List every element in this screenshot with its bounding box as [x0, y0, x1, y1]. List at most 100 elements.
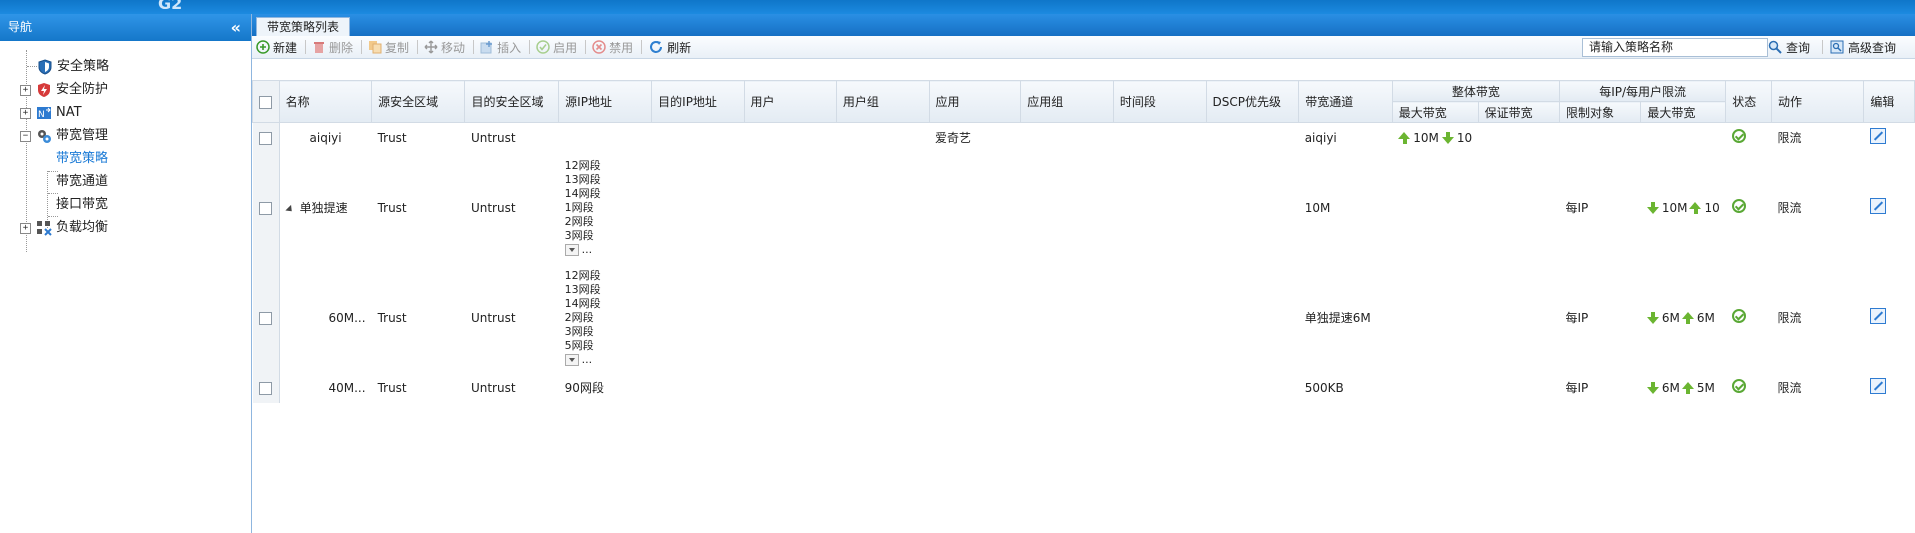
cell-edit: [1864, 263, 1915, 373]
disable-x-icon: [592, 40, 606, 54]
group-collapse-icon[interactable]: [285, 204, 295, 215]
cell-app: [929, 153, 1021, 263]
cell-guaranteed-bandwidth: [1478, 123, 1559, 153]
col-header-guaranteed-bandwidth[interactable]: 保证带宽: [1477, 101, 1560, 123]
sidebar-item-security-policy[interactable]: 安全策略: [37, 56, 109, 78]
table-row[interactable]: 60M... Trust Untrust 12网段 13网段 14网段 2网段 …: [252, 262, 1915, 373]
insert-button-label: 插入: [497, 40, 522, 55]
row-select-cell: [252, 372, 280, 403]
cell-user-group: [836, 373, 929, 403]
edit-icon[interactable]: [1869, 128, 1886, 145]
cell-status: [1726, 373, 1772, 403]
new-button[interactable]: 新建: [252, 37, 303, 57]
sidebar-item-security-protection[interactable]: + 安全防护: [20, 79, 108, 101]
cell-src-zone: Trust: [377, 130, 407, 145]
refresh-button-label: 刷新: [667, 40, 692, 55]
toolbar-divider: [473, 40, 475, 54]
row-checkbox[interactable]: [259, 381, 273, 395]
insert-button[interactable]: 插入: [476, 37, 527, 57]
col-header-per-max-bandwidth[interactable]: 最大带宽: [1640, 101, 1727, 123]
add-icon: [256, 40, 270, 54]
col-header-user[interactable]: 用户: [743, 80, 837, 123]
more-ip-toggle[interactable]: ...: [564, 353, 646, 367]
delete-button[interactable]: 删除: [308, 37, 359, 57]
select-all-checkbox[interactable]: [259, 95, 273, 109]
collapse-icon[interactable]: −: [20, 130, 31, 142]
edit-icon[interactable]: [1869, 308, 1886, 324]
collapse-sidebar-icon[interactable]: «: [231, 14, 241, 41]
cell-dst-zone: Untrust: [470, 200, 516, 215]
col-header-user-group[interactable]: 用户组: [835, 80, 930, 123]
protect-icon: [36, 82, 52, 98]
per-up-value: 5M: [1696, 380, 1715, 395]
edit-icon[interactable]: [1869, 378, 1886, 394]
cell-dscp: [1206, 123, 1299, 153]
table-row[interactable]: aiqiyi Trust Untrust 爱奇艺 aiqiyi 10M 10 限…: [252, 122, 1915, 153]
refresh-button[interactable]: 刷新: [644, 37, 697, 57]
col-header-name[interactable]: 名称: [278, 80, 373, 123]
more-ip-toggle[interactable]: ...: [564, 243, 646, 257]
list-item: 13网段: [564, 282, 601, 296]
col-header-dst-zone[interactable]: 目的安全区域: [464, 80, 560, 123]
sidebar-item-nat[interactable]: + N NAT: [20, 102, 82, 124]
col-header-channel[interactable]: 带宽通道: [1298, 80, 1393, 123]
col-header-app[interactable]: 应用: [928, 80, 1022, 123]
col-header-dst-ip[interactable]: 目的IP地址: [651, 80, 745, 123]
sidebar-item-label: 带宽策略: [56, 151, 109, 166]
cell-action: 限流: [1777, 131, 1802, 146]
cell-src-ip: [559, 123, 652, 153]
enabled-check-icon: [1731, 309, 1746, 323]
tab-bandwidth-policy-list[interactable]: 带宽策略列表: [256, 17, 351, 37]
query-button[interactable]: 查询: [1768, 37, 1810, 57]
list-item: 90网段: [564, 381, 604, 395]
advanced-query-button[interactable]: 高级查询: [1830, 37, 1896, 57]
sidebar-item-load-balance[interactable]: + 负载均衡: [20, 217, 108, 239]
expand-icon[interactable]: +: [20, 107, 31, 119]
app-logo-text: G2: [158, 0, 183, 13]
col-header-app-group[interactable]: 应用组: [1020, 80, 1114, 123]
cell-user: [744, 373, 836, 403]
sidebar-item-bandwidth-channel[interactable]: 带宽通道: [56, 171, 108, 193]
col-header-max-bandwidth[interactable]: 最大带宽: [1391, 101, 1479, 123]
col-header-src-zone[interactable]: 源安全区域: [371, 80, 466, 123]
upload-arrow-icon: [1398, 131, 1411, 144]
move-button[interactable]: 移动: [420, 37, 471, 57]
cell-user: [744, 153, 836, 263]
table-row[interactable]: 40M... Trust Untrust 90网段 500KB 每IP 6M 5…: [252, 372, 1915, 403]
move-button-label: 移动: [441, 40, 466, 55]
cell-app: [929, 373, 1021, 403]
list-item: 13网段: [564, 172, 601, 186]
expand-icon[interactable]: +: [20, 222, 31, 234]
sidebar-item-interface-bandwidth[interactable]: 接口带宽: [56, 194, 108, 216]
sidebar-item-bandwidth-management[interactable]: − 带宽管理: [20, 125, 108, 147]
upload-arrow-icon: [1681, 311, 1695, 324]
row-checkbox[interactable]: [259, 201, 273, 215]
enable-button[interactable]: 启用: [532, 37, 583, 57]
col-header-limit-target[interactable]: 限制对象: [1558, 101, 1642, 123]
table-row[interactable]: 单独提速 Trust Untrust 12网段 13网段 14网段 1网段 2网…: [252, 152, 1915, 263]
disable-button[interactable]: 禁用: [588, 37, 639, 57]
edit-icon[interactable]: [1869, 198, 1886, 214]
list-item: 14网段: [564, 296, 601, 310]
col-header-dscp[interactable]: DSCP优先级: [1205, 80, 1300, 123]
col-header-status[interactable]: 状态: [1725, 80, 1772, 123]
cell-dscp: [1206, 373, 1299, 403]
cell-user: [744, 263, 836, 373]
col-header-time[interactable]: 时间段: [1112, 80, 1207, 123]
bandwidth-policy-table: 名称 源安全区域 目的安全区域 源IP地址 目的IP地址 用户 用户组 应用 应…: [252, 80, 1915, 403]
cell-app: 爱奇艺: [935, 131, 972, 146]
cell-edit: [1864, 153, 1915, 263]
row-checkbox[interactable]: [259, 311, 273, 325]
policy-name-search-input[interactable]: [1582, 38, 1768, 57]
col-header-src-ip[interactable]: 源IP地址: [558, 80, 653, 123]
table-header-row: 名称 源安全区域 目的安全区域 源IP地址 目的IP地址 用户 用户组 应用 应…: [252, 80, 1915, 123]
copy-button[interactable]: 复制: [364, 37, 415, 57]
row-checkbox[interactable]: [259, 131, 273, 145]
expand-icon[interactable]: +: [20, 84, 31, 96]
col-header-edit[interactable]: 编辑: [1863, 80, 1915, 123]
cell-max-bandwidth: [1392, 373, 1478, 403]
cell-src-zone: Trust: [377, 380, 407, 395]
list-item: 12网段: [564, 268, 601, 282]
col-header-action[interactable]: 动作: [1770, 80, 1865, 123]
sidebar-item-bandwidth-policy[interactable]: 带宽策略: [56, 148, 108, 170]
